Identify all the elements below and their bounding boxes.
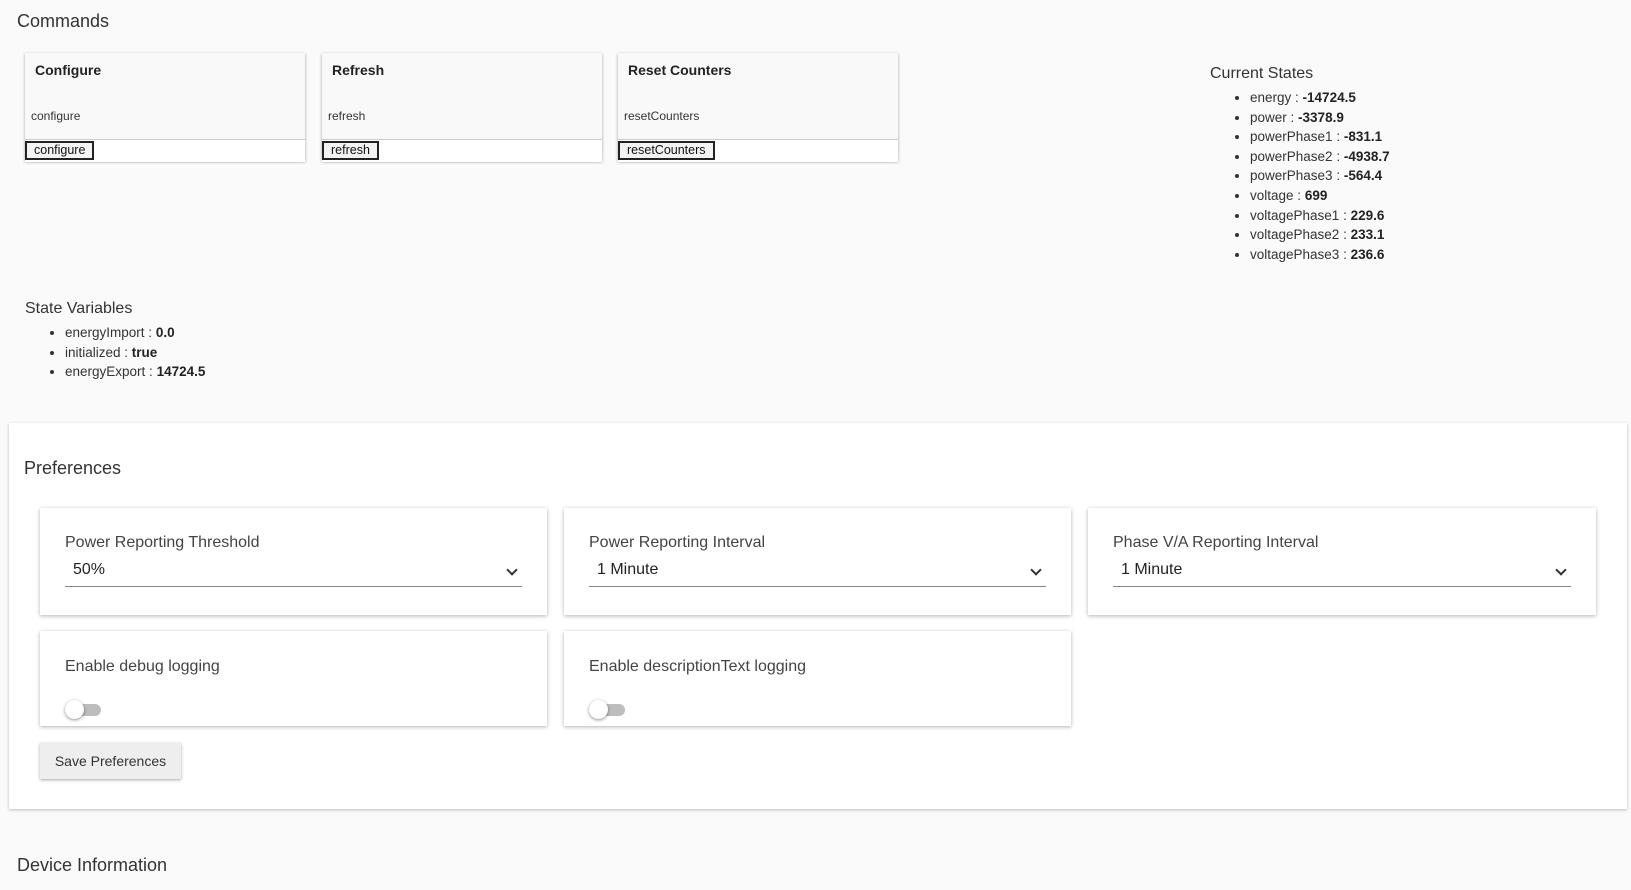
state-variables-list: energyImport : 0.0 initialized : true en… (25, 323, 205, 382)
command-name: Reset Counters (628, 62, 732, 78)
state-variables-title: State Variables (25, 300, 133, 317)
command-method: configure (31, 109, 81, 123)
list-item: voltage : 699 (1250, 186, 1390, 206)
pref-label: Power Reporting Interval (589, 534, 766, 551)
list-item: energyImport : 0.0 (65, 323, 205, 343)
list-item: voltagePhase2 : 233.1 (1250, 225, 1390, 245)
command-name: Refresh (332, 62, 385, 78)
preferences-panel (9, 423, 1627, 809)
list-item: voltagePhase1 : 229.6 (1250, 206, 1390, 226)
list-item: powerPhase3 : -564.4 (1250, 166, 1390, 186)
state-variables: State Variables energyImport : 0.0 initi… (25, 300, 205, 382)
pref-card-power-interval: Power Reporting Interval 1 Minute (564, 508, 1071, 615)
pref-card-description-logging: Enable descriptionText logging (564, 631, 1071, 726)
toggle-knob (589, 700, 608, 719)
chevron-down-icon (506, 564, 518, 576)
toggle-knob (65, 700, 84, 719)
current-states: Current States energy : -14724.5 power :… (1210, 65, 1390, 264)
pref-card-phase-interval: Phase V/A Reporting Interval 1 Minute (1088, 508, 1596, 615)
list-item: energy : -14724.5 (1250, 88, 1390, 108)
device-information-title: Device Information (17, 855, 168, 875)
current-states-list: energy : -14724.5 power : -3378.9 powerP… (1210, 88, 1390, 264)
command-card-configure: Configure configure configure (25, 53, 305, 162)
chevron-down-icon (1555, 564, 1567, 576)
save-preferences-button[interactable]: Save Preferences (40, 743, 181, 779)
pref-label: Power Reporting Threshold (65, 534, 260, 551)
command-card-refresh: Refresh refresh refresh (322, 53, 602, 162)
pref-label: Phase V/A Reporting Interval (1113, 534, 1319, 551)
select-value: 1 Minute (1121, 561, 1183, 578)
command-method: refresh (328, 109, 366, 123)
select-value: 50% (73, 561, 106, 578)
debug-logging-toggle[interactable] (65, 700, 102, 719)
list-item: energyExport : 14724.5 (65, 362, 205, 382)
command-method: resetCounters (624, 109, 700, 123)
list-item: voltagePhase3 : 236.6 (1250, 245, 1390, 265)
select-value: 1 Minute (597, 561, 659, 578)
reset-counters-button[interactable]: resetCounters (618, 141, 715, 160)
power-threshold-select[interactable]: 50% (65, 561, 522, 587)
commands-title: Commands (17, 11, 110, 31)
pref-card-power-threshold: Power Reporting Threshold 50% (40, 508, 547, 615)
description-logging-toggle[interactable] (589, 700, 626, 719)
power-interval-select[interactable]: 1 Minute (589, 561, 1046, 587)
refresh-button[interactable]: refresh (322, 141, 379, 160)
current-states-title: Current States (1210, 65, 1314, 82)
command-name: Configure (35, 62, 102, 78)
command-card-reset-counters: Reset Counters resetCounters resetCounte… (618, 53, 898, 162)
pref-label: Enable descriptionText logging (589, 658, 807, 675)
list-item: powerPhase1 : -831.1 (1250, 127, 1390, 147)
list-item: powerPhase2 : -4938.7 (1250, 147, 1390, 167)
chevron-down-icon (1030, 564, 1042, 576)
pref-card-debug-logging: Enable debug logging (40, 631, 547, 726)
pref-label: Enable debug logging (65, 658, 220, 675)
list-item: power : -3378.9 (1250, 108, 1390, 128)
list-item: initialized : true (65, 343, 205, 363)
phase-interval-select[interactable]: 1 Minute (1113, 561, 1571, 587)
configure-button[interactable]: configure (25, 141, 95, 160)
preferences-title: Preferences (24, 458, 122, 478)
